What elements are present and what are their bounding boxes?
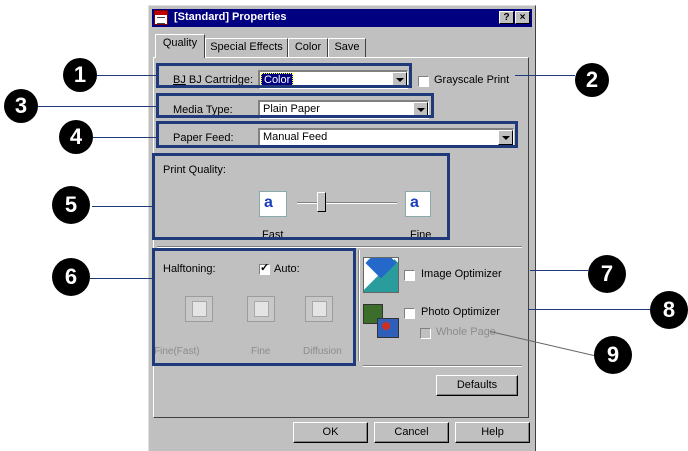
- close-button[interactable]: ×: [515, 11, 530, 24]
- window-title: [Standard] Properties: [174, 11, 287, 23]
- callout-badge-7: 7: [588, 255, 626, 293]
- callout-frame-3: [156, 93, 434, 118]
- help-footer-button[interactable]: Help: [455, 422, 530, 443]
- divider: [363, 365, 522, 367]
- title-bar[interactable]: [Standard] Properties ? ×: [152, 9, 532, 27]
- photo-optimizer-label: Photo Optimizer: [421, 306, 500, 318]
- tab-special-effects[interactable]: Special Effects: [205, 38, 288, 57]
- tab-quality[interactable]: Quality: [155, 34, 205, 58]
- callout-leader-6: [90, 278, 152, 279]
- callout-badge-2: 2: [575, 63, 609, 97]
- image-optimizer-label: Image Optimizer: [421, 268, 502, 280]
- callout-badge-5: 5: [52, 186, 90, 224]
- cancel-button[interactable]: Cancel: [374, 422, 449, 443]
- callout-frame-1: [156, 63, 412, 88]
- grayscale-label: Grayscale Print: [434, 74, 510, 86]
- defaults-button[interactable]: Defaults: [436, 375, 518, 396]
- whole-page-checkbox[interactable]: [420, 328, 431, 339]
- callout-leader-3: [38, 106, 156, 107]
- tab-color[interactable]: Color: [288, 38, 328, 57]
- callout-leader-8: [528, 309, 657, 310]
- image-optimizer-icon: [363, 257, 399, 293]
- photo-optimizer-checkbox[interactable]: [404, 308, 415, 319]
- divider-vertical: [358, 250, 360, 361]
- grayscale-checkbox[interactable]: [418, 76, 429, 87]
- whole-page-label: Whole Page: [436, 326, 496, 338]
- tab-save[interactable]: Save: [328, 38, 366, 57]
- photo-optimizer-icon: [363, 304, 399, 338]
- callout-leader-2: [515, 75, 575, 76]
- callout-frame-5: [152, 153, 450, 240]
- callout-badge-8: 8: [650, 291, 688, 329]
- callout-frame-4: [156, 121, 518, 148]
- callout-leader-1: [97, 75, 156, 76]
- callout-badge-3: 3: [4, 89, 38, 123]
- callout-leader-7: [530, 270, 588, 271]
- callout-badge-4: 4: [59, 120, 93, 154]
- callout-badge-6: 6: [52, 258, 90, 296]
- printer-document-icon: [154, 10, 168, 25]
- callout-leader-5: [92, 206, 152, 207]
- callout-leader-4: [93, 137, 156, 138]
- callout-badge-1: 1: [63, 58, 97, 92]
- image-optimizer-checkbox[interactable]: [404, 270, 415, 281]
- help-button[interactable]: ?: [499, 11, 514, 24]
- callout-frame-6: [152, 248, 356, 366]
- callout-badge-9: 9: [594, 336, 632, 374]
- ok-button[interactable]: OK: [293, 422, 368, 443]
